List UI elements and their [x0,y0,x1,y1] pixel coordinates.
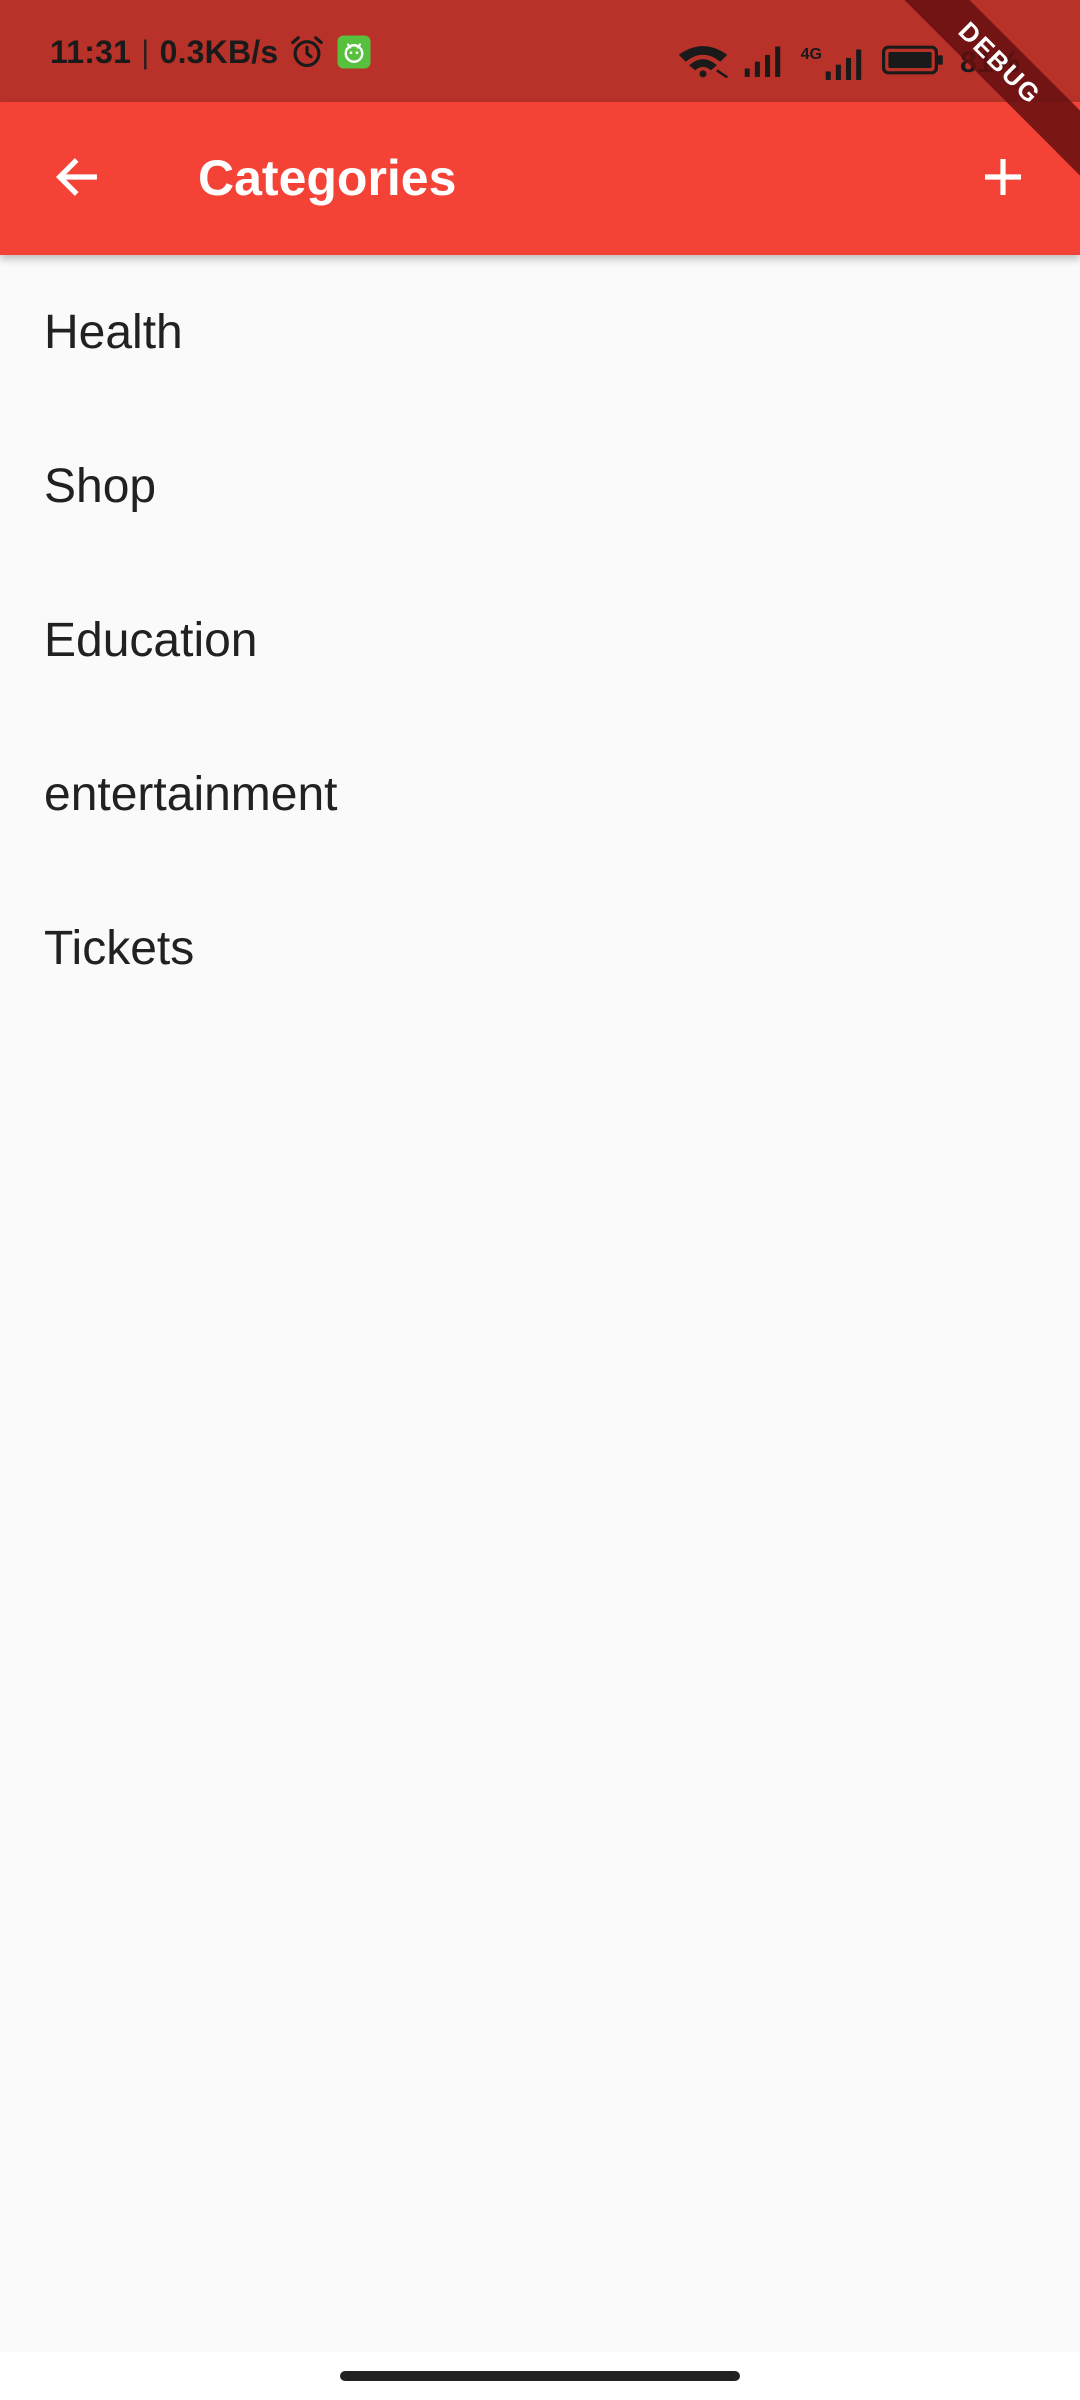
alarm-icon [288,33,326,71]
network-speed: 0.3KB/s [159,33,279,70]
arrow-back-icon [51,151,103,208]
list-item-label: Health [44,305,183,359]
back-button[interactable] [32,134,122,224]
list-item-education[interactable]: Education [0,563,1080,717]
list-item-label: Tickets [44,921,195,975]
add-category-button[interactable] [958,134,1048,224]
status-left: 11:31 | 0.3KB/s [50,30,372,74]
category-list: Health Shop Education entertainment Tick… [0,255,1080,1025]
signal-icon [743,43,787,82]
status-time: 11:31 [50,33,132,70]
page-title: Categories [198,150,457,206]
network-type-label: 4G [800,45,822,63]
battery-icon [881,45,946,80]
list-item-health[interactable]: Health [0,255,1080,409]
plus-icon [979,153,1027,206]
list-item-shop[interactable]: Shop [0,409,1080,563]
app-notification-icon [336,34,372,70]
wifi-icon [677,42,729,83]
signal-4g-icon: 4G [801,46,868,80]
app-bar: Categories [0,102,1080,255]
list-item-label: Shop [44,459,157,513]
list-item-entertainment[interactable]: entertainment [0,717,1080,871]
list-item-label: entertainment [44,767,338,821]
home-indicator[interactable] [340,2371,740,2381]
status-separator: | [141,33,150,70]
list-item-label: Education [44,613,258,667]
list-item-tickets[interactable]: Tickets [0,871,1080,1025]
status-bar: 11:31 | 0.3KB/s 4G [0,0,1080,102]
